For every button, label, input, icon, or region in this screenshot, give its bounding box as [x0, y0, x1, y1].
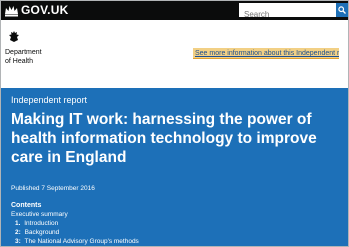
contents-item-label[interactable]: The National Advisory Group's methods	[24, 238, 138, 245]
govuk-header: GOV.UK	[1, 1, 348, 21]
contents-item-introduction[interactable]: 1. Introduction	[11, 219, 139, 228]
contents-item-number: 2:	[15, 229, 21, 236]
royal-crest-icon	[9, 31, 19, 42]
organisation-name-line1: Department	[5, 49, 42, 56]
report-type-label: Independent report	[11, 95, 88, 105]
organisation-name-link[interactable]: Department of Health	[5, 48, 42, 66]
page-title: Making IT work: harnessing the power of …	[11, 111, 317, 166]
search-box	[239, 3, 336, 21]
contents-item-label[interactable]: Executive summary	[11, 211, 68, 218]
contents-item-executive-summary[interactable]: Executive summary	[11, 210, 139, 219]
title-banner: Independent report Making IT work: harne…	[1, 88, 348, 246]
published-date: Published 7 September 2016	[11, 185, 95, 192]
organisation-name-line2: of Health	[5, 58, 34, 65]
contents-item-label[interactable]: Introduction	[24, 220, 58, 227]
contents-item-label[interactable]: Background	[25, 229, 60, 236]
contents-item-number: 1.	[15, 220, 21, 227]
contents-list: Executive summary 1. Introduction 2: Bac…	[11, 210, 139, 246]
contents-item-number: 3:	[15, 238, 21, 245]
contents-item-methods[interactable]: 3: The National Advisory Group's methods	[11, 237, 139, 246]
page-frame: GOV.UK Department of Health See more inf…	[0, 0, 349, 247]
more-info-link[interactable]: See more information about this Independ…	[193, 48, 339, 59]
search-icon	[338, 6, 346, 14]
govuk-logo-link[interactable]: GOV.UK	[21, 3, 68, 18]
search-button[interactable]	[336, 3, 348, 17]
search-input[interactable]	[240, 8, 335, 21]
contents-heading: Contents	[11, 202, 42, 209]
more-info-box: See more information about this Independ…	[193, 48, 339, 59]
organisation-strip: Department of Health See more informatio…	[1, 20, 348, 88]
crown-icon	[5, 6, 18, 17]
contents-item-background[interactable]: 2: Background	[11, 228, 139, 237]
